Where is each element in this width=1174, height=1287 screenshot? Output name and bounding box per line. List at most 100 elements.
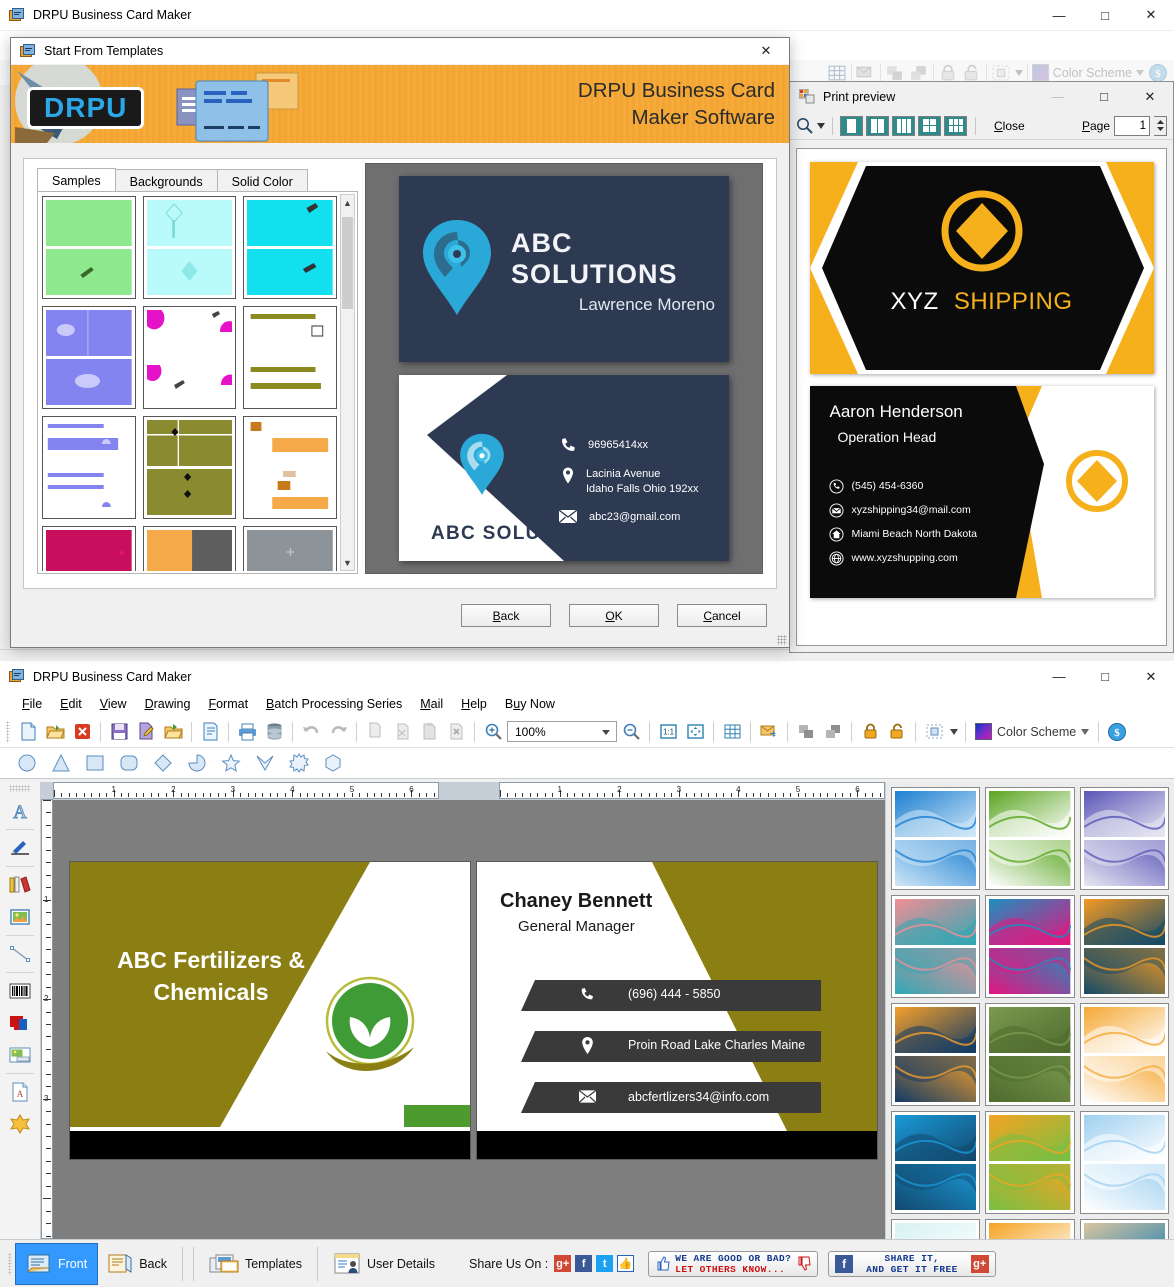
zoom-dropdown-button[interactable] bbox=[796, 117, 825, 135]
database-icon[interactable] bbox=[261, 719, 287, 745]
scroll-down-icon[interactable]: ▼ bbox=[341, 555, 354, 570]
save-icon[interactable] bbox=[106, 719, 132, 745]
cancel-button[interactable]: Cancel bbox=[677, 604, 767, 627]
front-side-button[interactable]: Front bbox=[14, 1242, 99, 1285]
watermark-text-icon[interactable]: A bbox=[4, 1077, 36, 1107]
template-thumb-orange-navy-curve[interactable] bbox=[1079, 895, 1169, 998]
undo-icon[interactable] bbox=[298, 719, 324, 745]
toolbox-grip[interactable] bbox=[9, 785, 31, 792]
maximize-button[interactable]: □ bbox=[1082, 661, 1128, 692]
zoom-out-icon[interactable] bbox=[618, 719, 644, 745]
back-card[interactable]: Chaney Bennett General Manager (696) 444… bbox=[477, 862, 877, 1159]
design-canvas[interactable]: ABC Fertilizers & Chemicals Chaney Benne… bbox=[53, 800, 885, 1239]
line-icon[interactable] bbox=[4, 939, 36, 969]
email-icon[interactable] bbox=[756, 719, 782, 745]
sample-template-cyan-solid[interactable] bbox=[243, 196, 337, 299]
template-thumb-blue-wave[interactable] bbox=[891, 787, 981, 890]
twitter-icon[interactable]: t bbox=[596, 1255, 614, 1272]
close-button[interactable]: ✕ bbox=[1128, 661, 1174, 692]
template-thumb-violet-swirl[interactable] bbox=[1079, 787, 1169, 890]
two-page-layout-button[interactable] bbox=[866, 115, 889, 136]
feedback-promo-button[interactable]: WE ARE GOOD OR BAD? LET OTHERS KNOW... bbox=[648, 1250, 819, 1277]
open-template-icon[interactable] bbox=[160, 719, 186, 745]
properties-icon[interactable] bbox=[197, 719, 223, 745]
menu-drawing[interactable]: Drawing bbox=[136, 695, 200, 713]
barcode-icon[interactable] bbox=[4, 976, 36, 1006]
sample-template-olive-bars[interactable] bbox=[243, 306, 337, 409]
template-thumb-olive-green-gradient[interactable] bbox=[985, 1003, 1075, 1106]
unlock-icon[interactable] bbox=[884, 719, 910, 745]
menu-format[interactable]: Format bbox=[199, 695, 257, 713]
template-thumb-blue-cubes[interactable] bbox=[891, 1111, 981, 1214]
horizontal-ruler-front[interactable]: 123456 bbox=[53, 782, 439, 799]
sample-template-blue-bars[interactable] bbox=[42, 416, 136, 519]
sample-template-periwinkle-split[interactable] bbox=[42, 306, 136, 409]
close-button[interactable]: ✕ bbox=[1128, 0, 1174, 31]
ok-button[interactable]: OK bbox=[569, 604, 659, 627]
triangle-icon[interactable] bbox=[48, 750, 74, 776]
template-thumb-orange-gold-panel[interactable] bbox=[891, 1003, 981, 1106]
align-icon[interactable] bbox=[921, 719, 947, 745]
six-page-layout-button[interactable] bbox=[944, 115, 967, 136]
google-plus-icon[interactable]: g+ bbox=[970, 1254, 989, 1273]
image-icon[interactable] bbox=[4, 902, 36, 932]
template-thumb-soft-blue-curtain[interactable] bbox=[1079, 1111, 1169, 1214]
sample-template-crimson-block[interactable] bbox=[42, 526, 136, 571]
menu-buy-now[interactable]: Buy Now bbox=[496, 695, 564, 713]
buy-now-icon[interactable]: $ bbox=[1104, 719, 1130, 745]
rectangle-icon[interactable] bbox=[82, 750, 108, 776]
template-thumb-white-mint[interactable] bbox=[891, 1219, 981, 1239]
bring-front-icon[interactable] bbox=[793, 719, 819, 745]
minimize-button[interactable]: — bbox=[1036, 661, 1082, 692]
sample-template-cyan-diamond[interactable] bbox=[142, 196, 237, 299]
print-icon[interactable] bbox=[234, 719, 260, 745]
page-spinner[interactable] bbox=[1154, 115, 1167, 136]
barcode-library-icon[interactable] bbox=[4, 870, 36, 900]
rounded-rect-icon[interactable] bbox=[116, 750, 142, 776]
template-thumb-beige-rays-blue[interactable] bbox=[1079, 1219, 1169, 1239]
actual-size-icon[interactable]: 1:1 bbox=[655, 719, 681, 745]
text-icon[interactable]: A bbox=[4, 796, 36, 826]
back-side-button[interactable]: Back bbox=[97, 1244, 177, 1284]
star-shape-icon[interactable] bbox=[4, 1109, 36, 1139]
menu-batch-processing-series[interactable]: Batch Processing Series bbox=[257, 695, 411, 713]
share-promo-button[interactable]: f SHARE IT, AND GET IT FREE g+ bbox=[828, 1250, 996, 1277]
sample-template-grey-mesh[interactable] bbox=[243, 526, 337, 571]
google-plus-icon[interactable]: g+ bbox=[554, 1255, 572, 1272]
sample-template-olive-blocks[interactable] bbox=[142, 416, 237, 519]
scroll-up-icon[interactable]: ▲ bbox=[341, 195, 354, 210]
signature-icon[interactable] bbox=[4, 833, 36, 863]
template-thumb-pink-teal-stripe[interactable] bbox=[891, 895, 981, 998]
facebook-icon[interactable]: f bbox=[575, 1255, 593, 1272]
four-point-star-icon[interactable] bbox=[252, 750, 278, 776]
sample-template-green-plain[interactable] bbox=[42, 196, 136, 299]
picture-frame-icon[interactable] bbox=[4, 1040, 36, 1070]
paste-icon[interactable] bbox=[416, 719, 442, 745]
horizontal-ruler-back[interactable]: 123456 bbox=[499, 782, 885, 799]
maximize-button[interactable]: □ bbox=[1081, 81, 1127, 112]
sample-template-orange-grey[interactable] bbox=[142, 526, 237, 571]
lock-icon[interactable] bbox=[857, 719, 883, 745]
sample-template-magenta-corners[interactable] bbox=[142, 306, 237, 409]
redo-icon[interactable] bbox=[325, 719, 351, 745]
user-details-button[interactable]: User Details bbox=[323, 1244, 445, 1284]
copy-icon[interactable] bbox=[362, 719, 388, 745]
zoom-level-combo[interactable]: 100% bbox=[507, 721, 617, 742]
template-thumb-paint-drip[interactable] bbox=[985, 895, 1075, 998]
template-thumb-orange-frame-city[interactable] bbox=[1079, 1003, 1169, 1106]
burst-icon[interactable] bbox=[286, 750, 312, 776]
template-thumb-green-leaf[interactable] bbox=[985, 787, 1075, 890]
new-document-icon[interactable] bbox=[15, 719, 41, 745]
shape-fill-icon[interactable] bbox=[4, 1008, 36, 1038]
thumbs-up-icon[interactable]: 👍 bbox=[617, 1255, 635, 1272]
ellipse-icon[interactable] bbox=[14, 750, 40, 776]
cut-icon[interactable] bbox=[389, 719, 415, 745]
one-page-layout-button[interactable] bbox=[840, 115, 863, 136]
delete-icon[interactable] bbox=[443, 719, 469, 745]
template-thumbnails-panel[interactable] bbox=[885, 782, 1174, 1239]
menu-file[interactable]: File bbox=[13, 695, 51, 713]
diamond-icon[interactable] bbox=[150, 750, 176, 776]
minimize-button[interactable]: — bbox=[1036, 0, 1082, 31]
print-preview-close-button[interactable]: Close bbox=[984, 118, 1035, 134]
template-thumb-rainbow-swoosh[interactable] bbox=[985, 1111, 1075, 1214]
